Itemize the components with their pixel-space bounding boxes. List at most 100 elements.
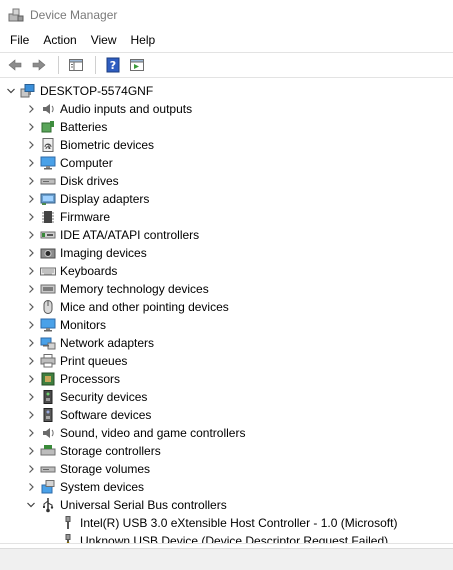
tree-category-label: Imaging devices bbox=[60, 246, 147, 260]
display-adapter-icon bbox=[40, 191, 56, 207]
tree-category-item[interactable]: Disk drives bbox=[26, 172, 119, 190]
tree-category-label: Mice and other pointing devices bbox=[60, 300, 229, 314]
tree-category-label: Processors bbox=[60, 372, 121, 386]
run-icon bbox=[130, 59, 144, 71]
tree-category-item[interactable]: Memory technology devices bbox=[26, 280, 209, 298]
chevron-right-icon[interactable] bbox=[26, 334, 36, 352]
tree-category-item[interactable]: Sound, video and game controllers bbox=[26, 424, 245, 442]
tree-device-label: Unknown USB Device (Device Descriptor Re… bbox=[80, 534, 389, 544]
tree-root-item[interactable]: DESKTOP-5574GNF bbox=[6, 82, 153, 100]
system-device-icon bbox=[40, 479, 56, 495]
tree-category-item[interactable]: Network adapters bbox=[26, 334, 154, 352]
usb-warning-icon bbox=[60, 533, 76, 543]
toolbar: ? bbox=[0, 52, 453, 78]
menu-help[interactable]: Help bbox=[124, 30, 163, 50]
tree-category-item[interactable]: System devices bbox=[26, 478, 144, 496]
menu-bar: File Action View Help bbox=[0, 30, 453, 50]
device-tree[interactable]: DESKTOP-5574GNF Audio inputs and outputs… bbox=[0, 82, 453, 544]
ide-controller-icon bbox=[40, 227, 56, 243]
tree-category-item[interactable]: Print queues bbox=[26, 352, 127, 370]
tree-category-item[interactable]: Batteries bbox=[26, 118, 107, 136]
tree-category-label: Print queues bbox=[60, 354, 128, 368]
tree-category-item[interactable]: Universal Serial Bus controllers bbox=[26, 496, 227, 514]
tree-category-item[interactable]: Software devices bbox=[26, 406, 151, 424]
speaker-icon bbox=[40, 101, 56, 117]
tree-category-item[interactable]: Security devices bbox=[26, 388, 147, 406]
battery-icon bbox=[40, 119, 56, 135]
network-adapter-icon bbox=[40, 335, 56, 351]
window-title: Device Manager bbox=[30, 8, 118, 22]
tree-category-item[interactable]: Keyboards bbox=[26, 262, 117, 280]
run-button[interactable] bbox=[126, 54, 148, 76]
chevron-right-icon[interactable] bbox=[26, 208, 36, 226]
chevron-down-icon[interactable] bbox=[6, 82, 16, 100]
chevron-right-icon[interactable] bbox=[26, 316, 36, 334]
tree-category-label: Keyboards bbox=[60, 264, 118, 278]
tree-category-label: Security devices bbox=[60, 390, 148, 404]
title-bar: Device Manager bbox=[0, 0, 453, 30]
computer-monitor-icon bbox=[20, 83, 36, 99]
tree-category-item[interactable]: Monitors bbox=[26, 316, 106, 334]
back-button[interactable] bbox=[4, 54, 26, 76]
chevron-right-icon[interactable] bbox=[26, 136, 36, 154]
tree-category-item[interactable]: Audio inputs and outputs bbox=[26, 100, 192, 118]
tree-device-label: Intel(R) USB 3.0 eXtensible Host Control… bbox=[80, 516, 398, 530]
menu-view[interactable]: View bbox=[84, 30, 124, 50]
usb-plug-icon bbox=[60, 515, 76, 531]
tree-device-item[interactable]: Unknown USB Device (Device Descriptor Re… bbox=[56, 532, 389, 544]
tree-category-label: Monitors bbox=[60, 318, 107, 332]
usb-icon bbox=[40, 497, 56, 513]
tree-category-label: Software devices bbox=[60, 408, 152, 422]
chevron-right-icon[interactable] bbox=[26, 190, 36, 208]
chevron-right-icon[interactable] bbox=[26, 406, 36, 424]
chevron-right-icon[interactable] bbox=[26, 460, 36, 478]
toolbar-separator bbox=[95, 56, 96, 74]
chevron-right-icon[interactable] bbox=[26, 244, 36, 262]
tree-root-label: DESKTOP-5574GNF bbox=[40, 84, 154, 98]
chevron-right-icon[interactable] bbox=[26, 262, 36, 280]
tree-category-item[interactable]: Imaging devices bbox=[26, 244, 147, 262]
sound-icon bbox=[40, 425, 56, 441]
chevron-right-icon[interactable] bbox=[26, 370, 36, 388]
tree-device-item[interactable]: Intel(R) USB 3.0 eXtensible Host Control… bbox=[56, 514, 397, 532]
tree-category-label: IDE ATA/ATAPI controllers bbox=[60, 228, 200, 242]
tree-category-item[interactable]: Computer bbox=[26, 154, 113, 172]
tree-category-label: Storage controllers bbox=[60, 444, 161, 458]
chevron-right-icon[interactable] bbox=[26, 280, 36, 298]
tree-category-item[interactable]: Firmware bbox=[26, 208, 110, 226]
chevron-right-icon[interactable] bbox=[26, 298, 36, 316]
computer-icon bbox=[40, 155, 56, 171]
chevron-right-icon[interactable] bbox=[26, 388, 36, 406]
camera-icon bbox=[40, 245, 56, 261]
chevron-right-icon[interactable] bbox=[26, 478, 36, 496]
tree-category-item[interactable]: Display adapters bbox=[26, 190, 149, 208]
chevron-down-icon[interactable] bbox=[26, 496, 36, 514]
chevron-right-icon[interactable] bbox=[26, 100, 36, 118]
tree-category-item[interactable]: Processors bbox=[26, 370, 120, 388]
tree-category-label: Audio inputs and outputs bbox=[60, 102, 193, 116]
tree-category-item[interactable]: Biometric devices bbox=[26, 136, 154, 154]
menu-file[interactable]: File bbox=[0, 30, 36, 50]
chevron-right-icon[interactable] bbox=[26, 172, 36, 190]
chevron-right-icon[interactable] bbox=[26, 442, 36, 460]
tree-category-item[interactable]: IDE ATA/ATAPI controllers bbox=[26, 226, 199, 244]
chevron-right-icon[interactable] bbox=[26, 424, 36, 442]
chevron-right-icon[interactable] bbox=[26, 118, 36, 136]
chevron-right-icon[interactable] bbox=[26, 226, 36, 244]
help-button[interactable]: ? bbox=[102, 54, 124, 76]
tree-category-item[interactable]: Storage volumes bbox=[26, 460, 150, 478]
chip-icon bbox=[40, 209, 56, 225]
printer-icon bbox=[40, 353, 56, 369]
chevron-right-icon[interactable] bbox=[26, 352, 36, 370]
tree-category-item[interactable]: Mice and other pointing devices bbox=[26, 298, 229, 316]
software-device-icon bbox=[40, 407, 56, 423]
menu-action[interactable]: Action bbox=[36, 30, 83, 50]
properties-view-button[interactable] bbox=[65, 54, 87, 76]
tree-category-item[interactable]: Storage controllers bbox=[26, 442, 161, 460]
forward-button[interactable] bbox=[28, 54, 50, 76]
help-icon: ? bbox=[106, 57, 120, 73]
tree-category-label: Batteries bbox=[60, 120, 108, 134]
tree-category-label: Memory technology devices bbox=[60, 282, 209, 296]
tree-category-label: Display adapters bbox=[60, 192, 150, 206]
chevron-right-icon[interactable] bbox=[26, 154, 36, 172]
